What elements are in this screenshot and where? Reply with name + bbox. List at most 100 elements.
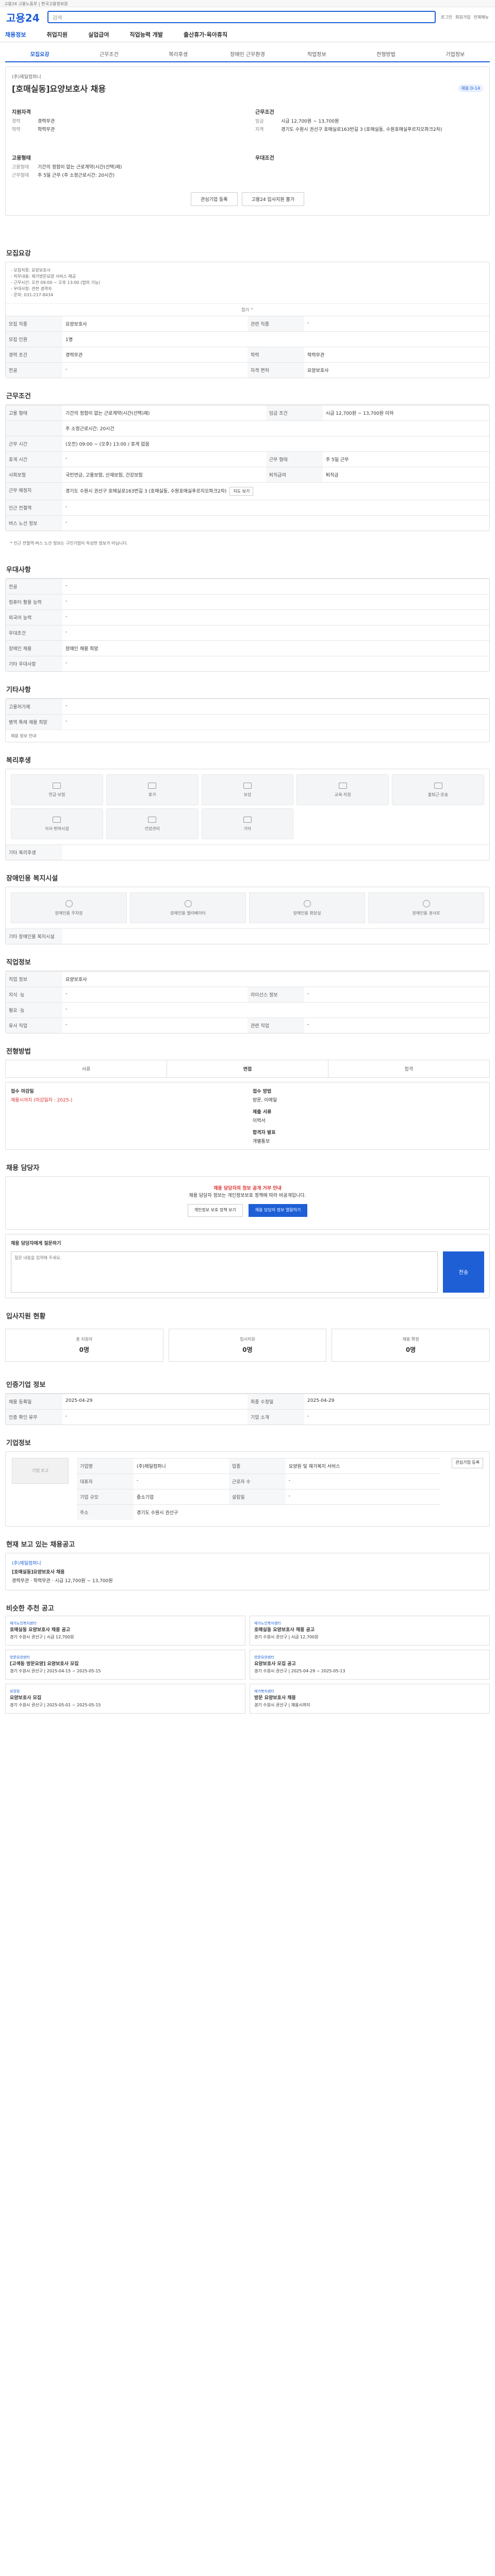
rec-card[interactable]: 재가노인복지센터 호매실동 요양보호사 채용 공고 경기 수원시 권선구 | 시급 …: [250, 1615, 490, 1646]
row-value: -: [62, 594, 489, 610]
row-value: -: [62, 579, 489, 595]
row-value: 시급 12,700원 ~ 13,700원 이하: [322, 405, 489, 421]
row-key: 외국어 능력: [6, 609, 62, 625]
row-key: 버스 노선 정보: [6, 515, 62, 531]
rec-company: 재가노인복지센터: [254, 1621, 281, 1625]
row-value: -: [62, 656, 489, 671]
welfare-label: 교육·지원: [334, 792, 351, 797]
row-key: 근로자 수: [228, 1473, 286, 1489]
row-value: -: [62, 1409, 248, 1425]
view-contact-button[interactable]: 채용 담당자 정보 열람하기: [248, 1204, 308, 1217]
info-table: 채용 등록일 2025-04-29 최종 수정일 2025-04-29 인증 확인 유…: [6, 1393, 489, 1425]
map-button[interactable]: 지도 보기: [229, 487, 254, 496]
row-value: 요양원 및 재가복지 서비스: [285, 1458, 441, 1474]
company-interest-button[interactable]: 관심기업 등록: [452, 1458, 483, 1468]
disabled-item: 장애인용 화장실: [249, 892, 365, 923]
company-name[interactable]: (주)제일컴퍼니: [12, 73, 483, 80]
same-title[interactable]: [호매실동]요양보호사 채용: [12, 1568, 483, 1575]
inquiry-textarea[interactable]: [11, 1251, 438, 1293]
rec-meta: 경기 수원시 권선구 | 채용시까지: [254, 1702, 310, 1707]
stat-label: 입사지원: [240, 1336, 255, 1342]
company-logo: 기업 로고: [12, 1458, 69, 1484]
row-key: 기타 우대사항: [6, 656, 62, 671]
rec-company: 재가복지센터: [254, 1689, 274, 1693]
gnav-jobs[interactable]: 채용정보: [5, 30, 26, 39]
row-value: 주 소정근로시간: 20시간: [62, 420, 489, 436]
gnav-support[interactable]: 취업지원: [46, 30, 67, 39]
row-key: 자격 면허: [248, 362, 304, 378]
stat-box: 총 지원자 0명: [5, 1328, 163, 1362]
job-summary-card: (주)제일컴퍼니 [호매실동]요양보호사 채용 채용 D-14 지원자격 경력 경…: [5, 66, 490, 216]
row-key: 경력 조건: [6, 347, 62, 363]
rec-card[interactable]: 방문요양센터 [고색동 방문요양] 요양보호사 모집 경기 수원시 권선구 | 20…: [5, 1649, 245, 1680]
method-value: 방문, 이메일: [253, 1098, 277, 1103]
welfare-label: 출퇴근·운송: [427, 792, 449, 797]
welfare-label: 기타: [243, 826, 252, 831]
apply-disabled-button[interactable]: 고용24 입사지원 불가: [241, 192, 304, 206]
tab-welfare[interactable]: 복리후생: [144, 46, 213, 61]
rec-company: 방문요양센터: [10, 1655, 30, 1659]
fold-button[interactable]: 접기 ^: [6, 303, 489, 316]
row-value: -: [134, 1473, 229, 1489]
etc-link[interactable]: 채용 정보 안내: [6, 730, 489, 742]
rec-card[interactable]: 재가복지센터 방문 요양보호사 채용 경기 수원시 권선구 | 채용시까지: [250, 1683, 490, 1714]
row-key: 퇴직급여: [266, 467, 323, 483]
stat-value: 0명: [79, 1346, 90, 1353]
rec-title: 요양보호사 모집 공고: [254, 1662, 296, 1667]
rec-card[interactable]: 요양원 요양보호사 모집 경기 수원시 권선구 | 2025-05-01 ~ 202…: [5, 1683, 245, 1714]
row-value: -: [62, 987, 248, 1003]
disabled-label: 장애인용 주차장: [55, 910, 83, 916]
row-key: 주소: [77, 1504, 134, 1520]
search-input[interactable]: 검색: [47, 11, 436, 23]
announce-heading: 합격자 발표: [253, 1130, 276, 1136]
gnav-unemployment[interactable]: 실업급여: [88, 30, 109, 39]
type-key: 고용형태: [12, 165, 29, 170]
login-link[interactable]: 로그인: [441, 14, 452, 20]
step-document: 서류: [6, 1060, 167, 1077]
tab-jobinfo[interactable]: 직업정보: [282, 46, 351, 61]
tab-disabled[interactable]: 장애인 근무환경: [213, 46, 282, 61]
welfare-label: 보상: [243, 792, 252, 797]
transport-icon: [434, 782, 442, 789]
gnav-leave[interactable]: 출산휴가·육아휴직: [184, 30, 227, 39]
prefer-card: 전공 - 컴퓨터 활용 능력 - 외국어 능력 - 우대조건 - 장애인 채용 장애인 채…: [5, 578, 490, 672]
disabled-item: 장애인용 엘리베이터: [130, 892, 246, 923]
rec-card[interactable]: 재가노인복지센터 호매실동 요양보호사 채용 공고 경기 수원시 권선구 | 시급 …: [5, 1615, 245, 1646]
tab-process[interactable]: 전형방법: [351, 46, 420, 61]
disabled-label: 장애인용 경사로: [412, 910, 440, 916]
rec-card[interactable]: 방문요양센터 요양보호사 모집 공고 경기 수원시 권선구 | 2025-04-29…: [250, 1649, 490, 1680]
row-key: 모집 직종: [6, 316, 62, 332]
row-value: -: [62, 500, 489, 516]
interest-company-button[interactable]: 관심기업 등록: [191, 192, 238, 206]
tab-company[interactable]: 기업정보: [421, 46, 490, 61]
cond-value: 경기도 수원시 권선구 호매실로163번길 3 (호매실동, 수원호매실푸르지오…: [281, 127, 442, 132]
privacy-policy-button[interactable]: 개인정보 보호 정책 보기: [187, 1204, 243, 1217]
jobinfo-heading: 직업정보: [6, 959, 31, 967]
row-value: 2025-04-29: [62, 1393, 248, 1410]
recruit-table: 모집 직종 요양보호사 관련 직종 - 모집 인원 1명 경력 조건 경력무관 학력 학력무관…: [6, 316, 489, 378]
detail-tabs: 모집요강 근무조건 복리후생 장애인 근무환경 직업정보 전형방법 기업정보: [5, 46, 490, 62]
rec-company: 재가노인복지센터: [10, 1621, 37, 1625]
tab-recruit[interactable]: 모집요강: [5, 46, 74, 61]
row-value: 학력무관: [304, 347, 489, 363]
stat-label: 총 지원자: [76, 1336, 93, 1342]
recs-heading: 비슷한 추천 공고: [6, 1604, 54, 1613]
type-key: 근무형태: [12, 173, 29, 178]
signup-link[interactable]: 회원가입: [455, 14, 470, 20]
all-menu-link[interactable]: 전체메뉴: [474, 14, 489, 20]
gnav-training[interactable]: 직업능력 개발: [129, 30, 163, 39]
site-logo[interactable]: 고용24: [6, 10, 42, 25]
cond-key: 지역: [255, 127, 264, 132]
stats-heading: 입사지원 현황: [6, 1312, 46, 1320]
tab-conditions[interactable]: 근무조건: [74, 46, 143, 61]
info-card: 채용 등록일 2025-04-29 최종 수정일 2025-04-29 인증 확인 유…: [5, 1393, 490, 1425]
send-button[interactable]: 전송: [443, 1251, 484, 1293]
apply-heading: 접수 마감일: [11, 1089, 34, 1094]
ramp-icon: [422, 900, 430, 907]
row-value: 요양보호사: [62, 971, 489, 987]
row-value: 국민연금, 고용보험, 산재보험, 건강보험: [62, 467, 266, 483]
disabled-item: 장애인용 경사로: [368, 892, 484, 923]
same-card: (주)제일컴퍼니 [호매실동]요양보호사 채용 경력무관 · 학력무관 · 시급…: [5, 1552, 490, 1590]
row-key: 업종: [228, 1458, 286, 1474]
welfare-item: 휴가: [106, 774, 199, 805]
